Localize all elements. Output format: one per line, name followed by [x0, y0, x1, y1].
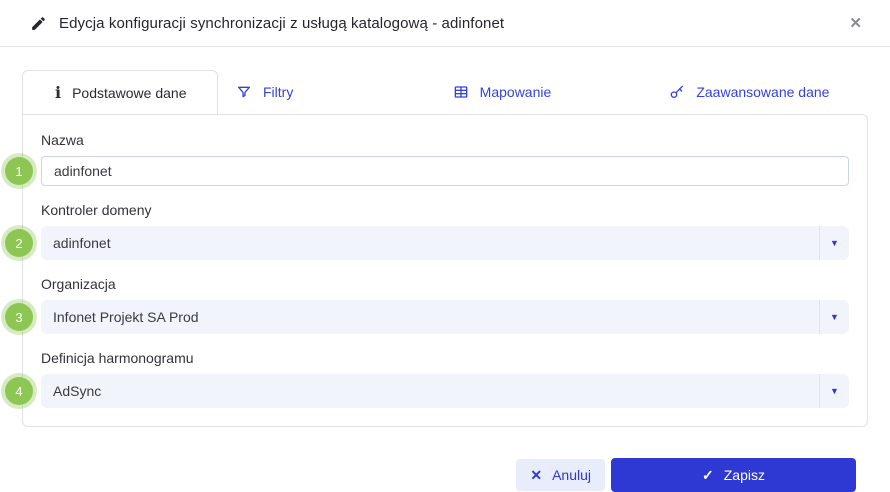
tab-bar: i Podstawowe dane Filtry Mapowanie [22, 70, 868, 114]
chevron-down-icon[interactable]: ▼ [819, 226, 849, 260]
cancel-button[interactable]: ✕ Anuluj [516, 459, 605, 491]
field-row-definicja-harmonogramu: 4 AdSync ▼ [41, 374, 849, 408]
key-icon [669, 84, 685, 100]
tab-label: Filtry [263, 84, 293, 100]
field-label-kontroler-domeny: Kontroler domeny [41, 202, 849, 218]
cancel-button-label: Anuluj [552, 467, 591, 483]
step-badge-1: 1 [5, 157, 33, 185]
chevron-down-icon[interactable]: ▼ [819, 300, 849, 334]
field-row-kontroler-domeny: 2 adinfonet ▼ [41, 226, 849, 260]
step-badge-2: 2 [5, 229, 33, 257]
step-badge-4: 4 [5, 377, 33, 405]
dialog-body: i Podstawowe dane Filtry Mapowanie [0, 70, 890, 492]
save-button[interactable]: ✓ Zapisz [611, 458, 856, 492]
tab-podstawowe-dane[interactable]: i Podstawowe dane [22, 70, 218, 114]
field-row-nazwa: 1 [41, 156, 849, 186]
kontroler-domeny-select[interactable]: adinfonet ▼ [41, 226, 849, 260]
tab-zaawansowane-dane[interactable]: Zaawansowane dane [651, 70, 868, 114]
tab-label: Zaawansowane dane [696, 84, 829, 100]
field-label-definicja-harmonogramu: Definicja harmonogramu [41, 350, 849, 366]
nazwa-input[interactable] [41, 156, 849, 186]
filter-icon [236, 84, 252, 100]
edit-pencil-icon [30, 15, 47, 32]
step-badge-3: 3 [5, 303, 33, 331]
save-button-label: Zapisz [724, 467, 765, 483]
tab-mapowanie[interactable]: Mapowanie [435, 70, 652, 114]
definicja-harmonogramu-select[interactable]: AdSync ▼ [41, 374, 849, 408]
info-icon: i [55, 85, 61, 101]
dialog-title: Edycja konfiguracji synchronizacji z usł… [59, 15, 504, 32]
table-icon [453, 84, 469, 100]
field-label-organizacja: Organizacja [41, 276, 849, 292]
tab-label: Mapowanie [480, 84, 552, 100]
dialog-header: Edycja konfiguracji synchronizacji z usł… [0, 0, 890, 47]
field-row-organizacja: 3 Infonet Projekt SA Prod ▼ [41, 300, 849, 334]
selected-value: Infonet Projekt SA Prod [53, 309, 199, 325]
tab-label: Podstawowe dane [72, 85, 186, 101]
cancel-x-icon: ✕ [530, 467, 542, 484]
chevron-down-icon[interactable]: ▼ [819, 374, 849, 408]
form-panel: Nazwa 1 Kontroler domeny 2 adinfonet ▼ O… [22, 114, 868, 427]
selected-value: adinfonet [53, 235, 111, 251]
selected-value: AdSync [53, 383, 101, 399]
close-icon[interactable]: ✕ [845, 12, 866, 35]
dialog-footer: ✕ Anuluj ✓ Zapisz [22, 427, 868, 492]
organizacja-select[interactable]: Infonet Projekt SA Prod ▼ [41, 300, 849, 334]
tab-filtry[interactable]: Filtry [218, 70, 435, 114]
field-label-nazwa: Nazwa [41, 132, 849, 148]
check-icon: ✓ [702, 467, 714, 484]
